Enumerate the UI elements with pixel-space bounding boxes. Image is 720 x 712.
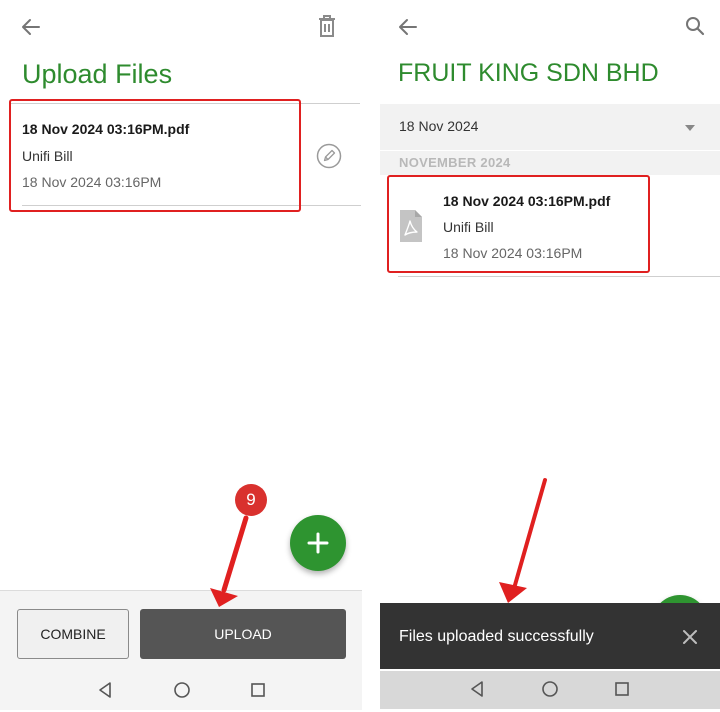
upload-button[interactable]: UPLOAD [140,609,346,659]
combine-button[interactable]: COMBINE [17,609,129,659]
screen-gutter [362,0,380,712]
search-icon[interactable] [684,15,706,37]
highlight-box [387,175,650,273]
company-files-screen: FRUIT KING SDN BHD 18 Nov 2024 NOVEMBER … [380,0,720,712]
date-filter-value: 18 Nov 2024 [399,118,479,134]
caret-down-icon [685,125,695,131]
date-filter-dropdown[interactable]: 18 Nov 2024 [380,104,720,150]
trash-icon[interactable] [317,14,337,38]
page-title: Upload Files [22,59,173,89]
snackbar-message: Files uploaded successfully [399,628,594,645]
circle-home-icon[interactable] [541,680,559,698]
snackbar: Files uploaded successfully [380,603,720,669]
section-header-label: NOVEMBER 2024 [399,155,511,170]
pencil-circle-icon[interactable] [316,143,342,169]
step-badge: 9 [235,484,267,516]
square-recents-icon[interactable] [614,680,630,698]
add-file-button[interactable] [290,515,346,571]
circle-home-icon[interactable] [173,681,191,699]
page-title: FRUIT KING SDN BHD [398,59,659,87]
divider [398,276,720,277]
arrow-left-icon[interactable] [20,16,42,38]
section-header: NOVEMBER 2024 [380,151,720,175]
square-recents-icon[interactable] [250,681,266,699]
plus-icon [307,532,329,554]
triangle-back-icon[interactable] [469,680,485,698]
arrow-left-icon[interactable] [397,16,419,38]
system-nav-bar [0,672,362,710]
highlight-box [9,99,301,212]
triangle-back-icon[interactable] [97,681,113,699]
close-icon[interactable] [682,629,698,645]
action-bar: COMBINE UPLOAD [0,590,362,674]
upload-files-screen: Upload Files 18 Nov 2024 03:16PM.pdf Uni… [0,0,362,712]
system-nav-bar [380,671,720,709]
